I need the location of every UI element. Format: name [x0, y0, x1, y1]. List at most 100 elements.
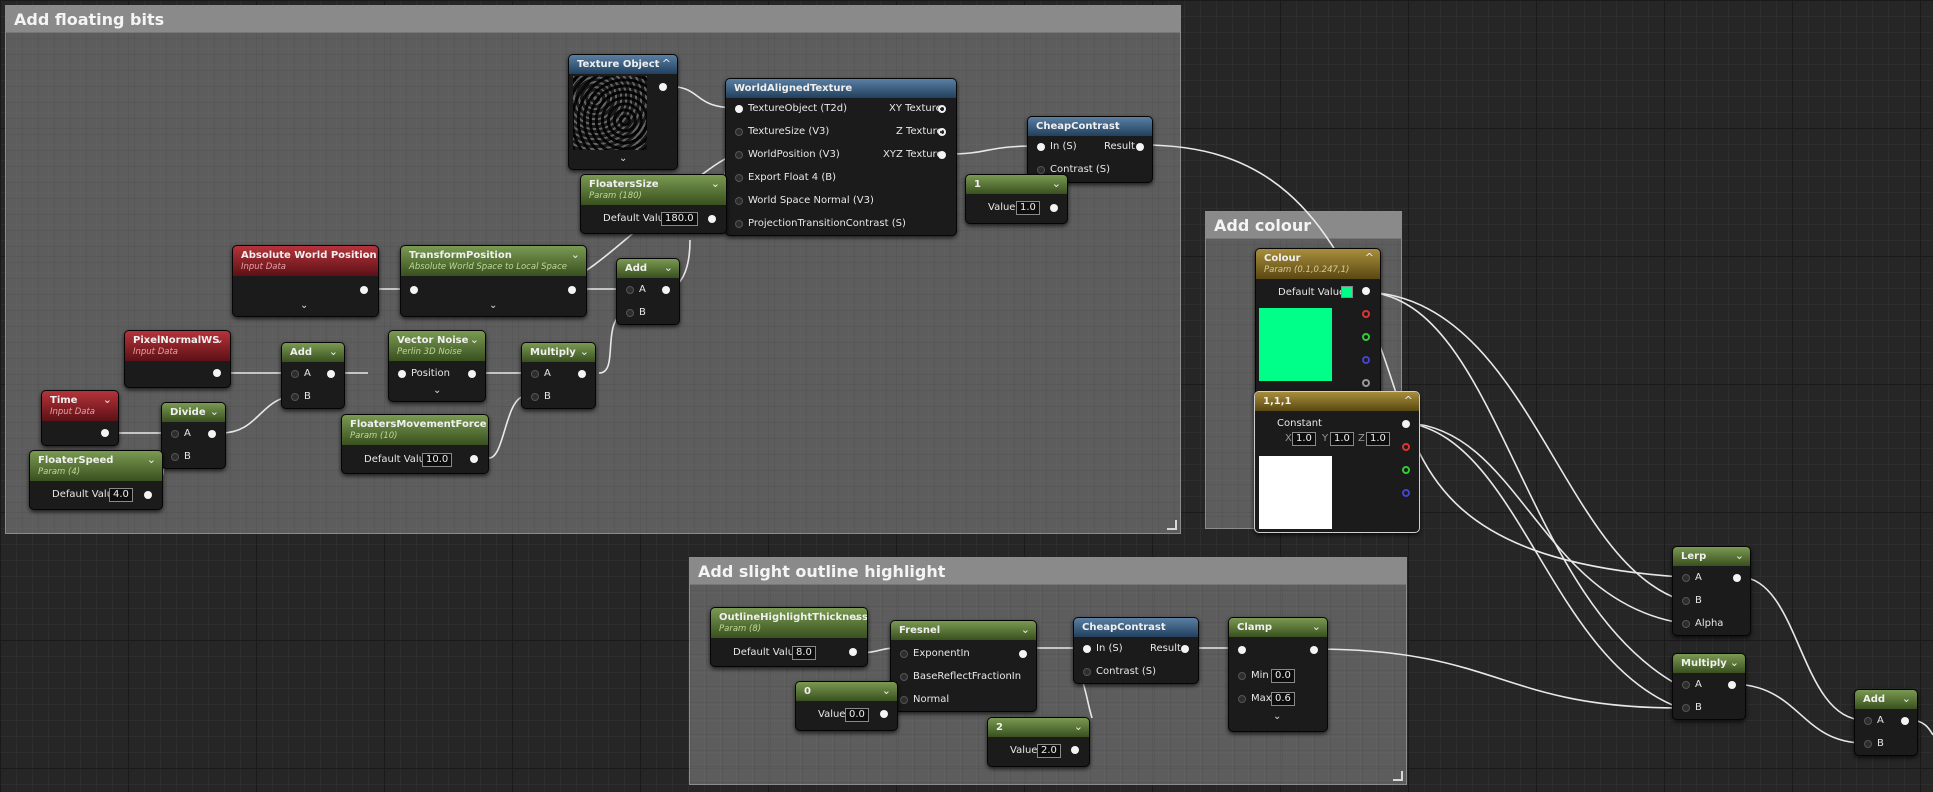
- input-pin[interactable]: [900, 673, 908, 681]
- input-pin[interactable]: [1037, 143, 1045, 151]
- node-cheap-contrast[interactable]: CheapContrast In (S) Contrast (S) Result: [1027, 116, 1153, 183]
- value-field[interactable]: 0.0: [845, 708, 869, 722]
- expand-icon[interactable]: ⌄: [1074, 720, 1083, 733]
- node-transform-position[interactable]: TransformPosition Absolute World Space to…: [400, 245, 587, 317]
- input-pin[interactable]: [1682, 574, 1690, 582]
- node-cheap-contrast[interactable]: CheapContrast In (S) Contrast (S) Result: [1073, 617, 1199, 684]
- node-constant-1[interactable]: 1 ⌄ Value 1.0: [965, 174, 1068, 224]
- input-pin[interactable]: [1864, 740, 1872, 748]
- node-constant-111[interactable]: 1,1,1 ^ Constant X 1.0 Y 1.0 Z 1.0: [1254, 391, 1420, 533]
- input-pin[interactable]: [1083, 645, 1091, 653]
- expand-icon[interactable]: ⌄: [1735, 549, 1744, 562]
- node-add[interactable]: Add ⌄ A B: [616, 258, 680, 325]
- node-colour-param[interactable]: Colour Param (0.1,0.247,1) ^ Default Valu…: [1255, 248, 1381, 400]
- input-pin[interactable]: [1037, 166, 1045, 174]
- input-pin[interactable]: [1083, 668, 1091, 676]
- node-clamp[interactable]: Clamp ⌄ Min 0.0 Max 0.6 ⌄: [1228, 617, 1328, 732]
- output-pin[interactable]: [938, 105, 946, 113]
- input-pin[interactable]: [735, 197, 743, 205]
- expand-icon[interactable]: ⌄: [433, 385, 441, 396]
- node-multiply[interactable]: Multiply ⌄ A B: [521, 342, 596, 409]
- node-divide[interactable]: Divide ⌄ A B: [161, 402, 226, 469]
- collapse-icon[interactable]: ^: [1404, 394, 1413, 407]
- expand-icon[interactable]: ⌄: [711, 177, 720, 190]
- output-pin[interactable]: [1728, 681, 1736, 689]
- input-pin[interactable]: [398, 370, 406, 378]
- output-pin[interactable]: [468, 370, 476, 378]
- value-field[interactable]: 10.0: [422, 453, 453, 467]
- collapse-icon[interactable]: ^: [662, 57, 671, 70]
- node-lerp[interactable]: Lerp ⌄ A B Alpha: [1672, 546, 1751, 636]
- expand-icon[interactable]: ⌄: [619, 153, 627, 164]
- node-absolute-world-position[interactable]: Absolute World Position Input Data ⌄ ⌄: [232, 245, 379, 317]
- expand-icon[interactable]: ⌄: [215, 333, 224, 346]
- expand-icon[interactable]: ⌄: [1312, 620, 1321, 633]
- input-pin[interactable]: [1238, 646, 1246, 654]
- value-field[interactable]: 180.0: [661, 212, 698, 226]
- output-pin-a[interactable]: [1362, 379, 1370, 387]
- output-pin[interactable]: [470, 455, 478, 463]
- input-pin[interactable]: [1864, 717, 1872, 725]
- expand-icon[interactable]: ⌄: [1730, 656, 1739, 669]
- output-pin[interactable]: [662, 286, 670, 294]
- expand-icon[interactable]: ⌄: [580, 345, 589, 358]
- input-pin[interactable]: [735, 105, 743, 113]
- input-pin[interactable]: [171, 430, 179, 438]
- output-pin-r[interactable]: [1362, 310, 1370, 318]
- node-add[interactable]: Add ⌄ A B: [281, 342, 345, 409]
- expand-icon[interactable]: ⌄: [363, 248, 372, 261]
- input-pin[interactable]: [171, 453, 179, 461]
- input-pin[interactable]: [531, 393, 539, 401]
- input-pin[interactable]: [735, 174, 743, 182]
- output-pin[interactable]: [101, 429, 109, 437]
- min-field[interactable]: 0.0: [1271, 669, 1295, 683]
- expand-icon[interactable]: ⌄: [1273, 711, 1281, 722]
- max-field[interactable]: 0.6: [1271, 692, 1295, 706]
- input-pin[interactable]: [1682, 681, 1690, 689]
- output-pin[interactable]: [327, 370, 335, 378]
- expand-icon[interactable]: ⌄: [1902, 692, 1911, 705]
- input-pin[interactable]: [735, 151, 743, 159]
- output-pin[interactable]: [938, 128, 946, 136]
- output-pin[interactable]: [1310, 646, 1318, 654]
- node-multiply[interactable]: Multiply ⌄ A B: [1672, 653, 1746, 720]
- output-pin-g[interactable]: [1362, 333, 1370, 341]
- input-pin[interactable]: [900, 650, 908, 658]
- input-pin[interactable]: [1682, 620, 1690, 628]
- expand-icon[interactable]: ⌄: [882, 684, 891, 697]
- output-pin[interactable]: [938, 151, 946, 159]
- input-pin[interactable]: [291, 393, 299, 401]
- node-texture-object[interactable]: Texture Object ^ ⌄: [568, 54, 678, 170]
- node-time[interactable]: Time Input Data ⌄: [41, 390, 119, 446]
- output-pin[interactable]: [1136, 143, 1144, 151]
- output-pin[interactable]: [1901, 717, 1909, 725]
- input-pin[interactable]: [291, 370, 299, 378]
- expand-icon[interactable]: ⌄: [147, 453, 156, 466]
- node-constant-2[interactable]: 2 ⌄ Value 2.0: [987, 717, 1090, 767]
- output-pin[interactable]: [880, 710, 888, 718]
- output-pin[interactable]: [708, 215, 716, 223]
- expand-icon[interactable]: ⌄: [1021, 623, 1030, 636]
- node-world-aligned-texture[interactable]: WorldAlignedTexture TextureObject (T2d) …: [725, 78, 957, 236]
- output-pin[interactable]: [1402, 420, 1410, 428]
- node-fresnel[interactable]: Fresnel ⌄ ExponentIn BaseReflectFraction…: [890, 620, 1037, 712]
- input-pin[interactable]: [410, 286, 418, 294]
- input-pin[interactable]: [1238, 672, 1246, 680]
- color-swatch[interactable]: [1341, 286, 1353, 298]
- input-pin[interactable]: [1682, 704, 1690, 712]
- input-pin[interactable]: [626, 286, 634, 294]
- output-pin[interactable]: [213, 369, 221, 377]
- input-pin[interactable]: [531, 370, 539, 378]
- node-outline-highlight-thickness[interactable]: OutlineHighlightThickness Param (8) ⌄ Def…: [710, 607, 868, 667]
- input-pin[interactable]: [626, 309, 634, 317]
- z-field[interactable]: 1.0: [1366, 432, 1390, 446]
- input-pin[interactable]: [735, 220, 743, 228]
- value-field[interactable]: 1.0: [1016, 201, 1040, 215]
- expand-icon[interactable]: ⌄: [1052, 177, 1061, 190]
- expand-icon[interactable]: ⌄: [473, 417, 482, 430]
- output-pin[interactable]: [578, 370, 586, 378]
- output-pin[interactable]: [208, 430, 216, 438]
- node-floaters-size[interactable]: FloatersSize Param (180) ⌄ Default Value …: [580, 174, 727, 234]
- input-pin[interactable]: [1238, 695, 1246, 703]
- node-floaters-movement-force[interactable]: FloatersMovementForce Param (10) ⌄ Defaul…: [341, 414, 489, 474]
